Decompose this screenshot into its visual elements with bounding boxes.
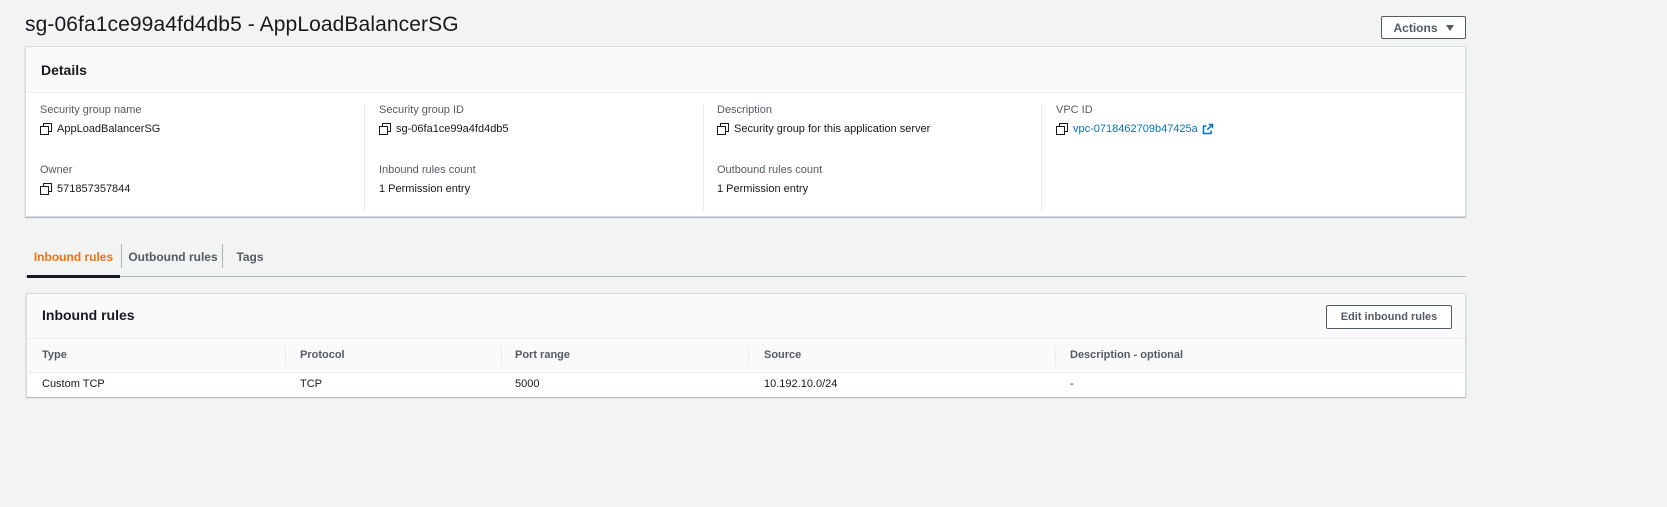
actions-button[interactable]: Actions (1381, 16, 1466, 39)
copy-icon[interactable] (379, 123, 391, 135)
copy-icon[interactable] (1056, 123, 1068, 135)
column-header-source[interactable]: Source (764, 349, 801, 361)
column-divider (285, 347, 286, 366)
column-divider (364, 104, 365, 211)
detail-label: Security group ID (379, 104, 464, 116)
tab-bar: Inbound rules Outbound rules Tags (25, 236, 1466, 278)
column-divider (501, 347, 502, 366)
edit-inbound-rules-button[interactable]: Edit inbound rules (1326, 305, 1452, 329)
actions-label: Actions (1393, 20, 1438, 35)
detail-value-row: sg-06fa1ce99a4fd4db5 (379, 123, 509, 135)
detail-value: Security group for this application serv… (734, 123, 931, 135)
detail-label: Owner (40, 164, 73, 176)
detail-security-group-name: Security group name AppLoadBalancerSG (40, 104, 160, 135)
cell-protocol: TCP (300, 378, 322, 390)
detail-security-group-id: Security group ID sg-06fa1ce99a4fd4db5 (379, 104, 509, 135)
column-header-description[interactable]: Description - optional (1070, 349, 1183, 361)
detail-value-row: 1 Permission entry (717, 183, 822, 195)
detail-label: VPC ID (1056, 104, 1093, 116)
detail-value: AppLoadBalancerSG (57, 123, 161, 135)
column-header-type[interactable]: Type (42, 349, 67, 361)
cell-type: Custom TCP (42, 378, 105, 390)
caret-down-icon (1445, 24, 1454, 31)
copy-icon[interactable] (40, 123, 52, 135)
detail-value-row: 571857357844 (40, 183, 130, 195)
inbound-rules-panel: Inbound rules Edit inbound rules Type Pr… (26, 293, 1466, 397)
detail-label: Description (717, 104, 773, 116)
tab-outbound-rules[interactable]: Outbound rules (125, 236, 221, 277)
detail-value-row: Security group for this application serv… (717, 123, 930, 135)
detail-inbound-rules-count: Inbound rules count 1 Permission entry (379, 164, 476, 195)
copy-icon[interactable] (717, 123, 729, 135)
inbound-rules-title: Inbound rules (42, 307, 135, 323)
cell-port-range: 5000 (515, 378, 540, 390)
page-title: sg-06fa1ce99a4fd4db5 - AppLoadBalancerSG (25, 13, 459, 36)
detail-label: Outbound rules count (717, 164, 823, 176)
detail-value-row: AppLoadBalancerSG (40, 123, 160, 135)
detail-value: 571857357844 (57, 183, 131, 195)
detail-label: Inbound rules count (379, 164, 476, 176)
inbound-rules-header: Inbound rules Edit inbound rules (27, 294, 1465, 339)
details-title: Details (26, 47, 1465, 93)
details-panel: Details Security group name AppLoadBalan… (25, 46, 1466, 217)
detail-value: sg-06fa1ce99a4fd4db5 (396, 123, 509, 135)
table-row[interactable]: Custom TCP TCP 5000 10.192.10.0/24 - (27, 373, 1465, 397)
copy-icon[interactable] (40, 183, 52, 195)
vpc-id-link[interactable]: vpc-0718462709b47425a (1073, 123, 1198, 135)
tab-divider (121, 244, 122, 268)
detail-value-row: 1 Permission entry (379, 183, 476, 195)
column-divider (703, 104, 704, 211)
tab-tags[interactable]: Tags (226, 236, 274, 277)
detail-owner: Owner 571857357844 (40, 164, 130, 195)
column-header-port-range[interactable]: Port range (515, 349, 570, 361)
details-grid: Security group name AppLoadBalancerSG Ow… (26, 93, 1465, 217)
column-header-protocol[interactable]: Protocol (300, 349, 345, 361)
tab-divider (222, 244, 223, 268)
detail-value: 1 Permission entry (379, 183, 471, 195)
detail-value-row: vpc-0718462709b47425a (1056, 123, 1214, 135)
tab-inbound-rules[interactable]: Inbound rules (27, 236, 120, 278)
detail-outbound-rules-count: Outbound rules count 1 Permission entry (717, 164, 822, 195)
column-divider (1041, 104, 1042, 211)
external-link-icon[interactable] (1202, 123, 1214, 135)
column-divider (748, 347, 749, 366)
cell-description: - (1070, 378, 1074, 390)
detail-value: 1 Permission entry (717, 183, 809, 195)
cell-source: 10.192.10.0/24 (764, 378, 838, 390)
detail-label: Security group name (40, 104, 142, 116)
detail-description: Description Security group for this appl… (717, 104, 930, 135)
detail-vpc-id: VPC ID vpc-0718462709b47425a (1056, 104, 1214, 135)
column-divider (1055, 347, 1056, 366)
table-header: Type Protocol Port range Source Descript… (27, 339, 1465, 373)
